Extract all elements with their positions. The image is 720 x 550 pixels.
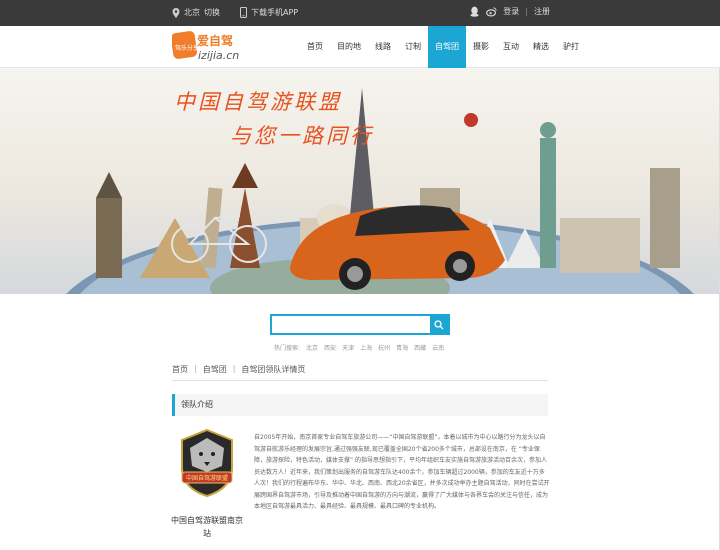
nav-home[interactable]: 首页 <box>300 26 330 68</box>
hot-term[interactable]: 杭州 <box>378 343 390 352</box>
hot-term[interactable]: 西藏 <box>414 343 426 352</box>
nav-self-drive-group[interactable]: 自驾团 <box>428 26 466 68</box>
weibo-icon[interactable] <box>486 6 497 17</box>
breadcrumb-separator: | <box>194 364 197 373</box>
register-link[interactable]: 注册 <box>534 6 550 17</box>
search-box <box>270 314 450 337</box>
hot-term[interactable]: 云南 <box>432 343 444 352</box>
breadcrumb-home[interactable]: 首页 <box>172 364 188 375</box>
site-logo[interactable]: 驾乐分享 爱自驾 izijia.cn <box>172 30 242 64</box>
logo-sub: izijia.cn <box>198 49 239 62</box>
leader-intro-text: 自2005年开始，南京首家专业自驾车旅游公司——“中国自驾游联盟”，本着以城市为… <box>254 434 550 510</box>
breadcrumb-separator: | <box>232 364 236 373</box>
switch-city-link[interactable]: 切换 <box>204 7 220 18</box>
search-button[interactable] <box>430 316 448 333</box>
site-header: 驾乐分享 爱自驾 izijia.cn 首页 目的地 线路 订制 自驾团 摄影 互… <box>0 26 720 68</box>
hot-search-label: 热门搜索: <box>274 345 301 352</box>
hot-term[interactable]: 青海 <box>396 343 408 352</box>
banner-illustration <box>66 88 694 294</box>
download-app-link[interactable]: 下载手机APP <box>240 7 298 18</box>
breadcrumb: 首页 | 自驾团 | 自驾团领队详情页 <box>172 364 305 375</box>
top-bar: 北京 切换 下载手机APP 登录 | 注册 <box>0 0 720 26</box>
hot-term[interactable]: 天津 <box>342 343 354 352</box>
nav-routes[interactable]: 线路 <box>368 26 398 68</box>
badge-text: 中国自驾游联盟 <box>186 474 228 482</box>
breadcrumb-current: 自驾团领队详情页 <box>241 365 306 374</box>
section-title: 领队介绍 <box>172 394 548 416</box>
banner-slogan-line1: 中国自驾游联盟 <box>174 90 342 114</box>
leader-badge: 中国自驾游联盟 <box>181 428 233 498</box>
nav-interaction[interactable]: 互动 <box>496 26 526 68</box>
divider <box>172 380 548 381</box>
breadcrumb-group[interactable]: 自驾团 <box>203 364 227 375</box>
banner-slogan-line2: 与您一路同行 <box>230 124 374 148</box>
logo-tag: 驾乐分享 <box>175 44 199 52</box>
location-selector[interactable]: 北京 切换 <box>172 7 220 18</box>
nav-destination[interactable]: 目的地 <box>330 26 368 68</box>
logo-text: 爱自驾 <box>197 33 233 48</box>
download-app-label: 下载手机APP <box>251 8 299 17</box>
qq-icon[interactable] <box>469 6 480 17</box>
main-nav: 首页 目的地 线路 订制 自驾团 摄影 互动 精选 驴打 <box>300 26 586 68</box>
search-icon <box>434 319 444 329</box>
login-link[interactable]: 登录 <box>503 6 519 17</box>
location-pin-icon <box>172 7 180 18</box>
hero-banner: 中国自驾游联盟 与您一路同行 <box>0 68 720 294</box>
hot-term[interactable]: 上海 <box>360 343 372 352</box>
phone-icon <box>240 7 247 18</box>
search-input[interactable] <box>272 320 430 337</box>
hot-searches: 热门搜索: 北京 西安 天津 上海 杭州 青海 西藏 云南 <box>274 343 444 352</box>
nav-photography[interactable]: 摄影 <box>466 26 496 68</box>
hot-term[interactable]: 西安 <box>324 343 336 352</box>
nav-more[interactable]: 驴打 <box>556 26 586 68</box>
leader-name: 中国自驾游联盟南京站 <box>171 516 243 538</box>
login-divider: | <box>525 7 528 16</box>
hot-term[interactable]: 北京 <box>306 343 318 352</box>
nav-custom[interactable]: 订制 <box>398 26 428 68</box>
city-label: 北京 <box>184 8 200 17</box>
nav-featured[interactable]: 精选 <box>526 26 556 68</box>
